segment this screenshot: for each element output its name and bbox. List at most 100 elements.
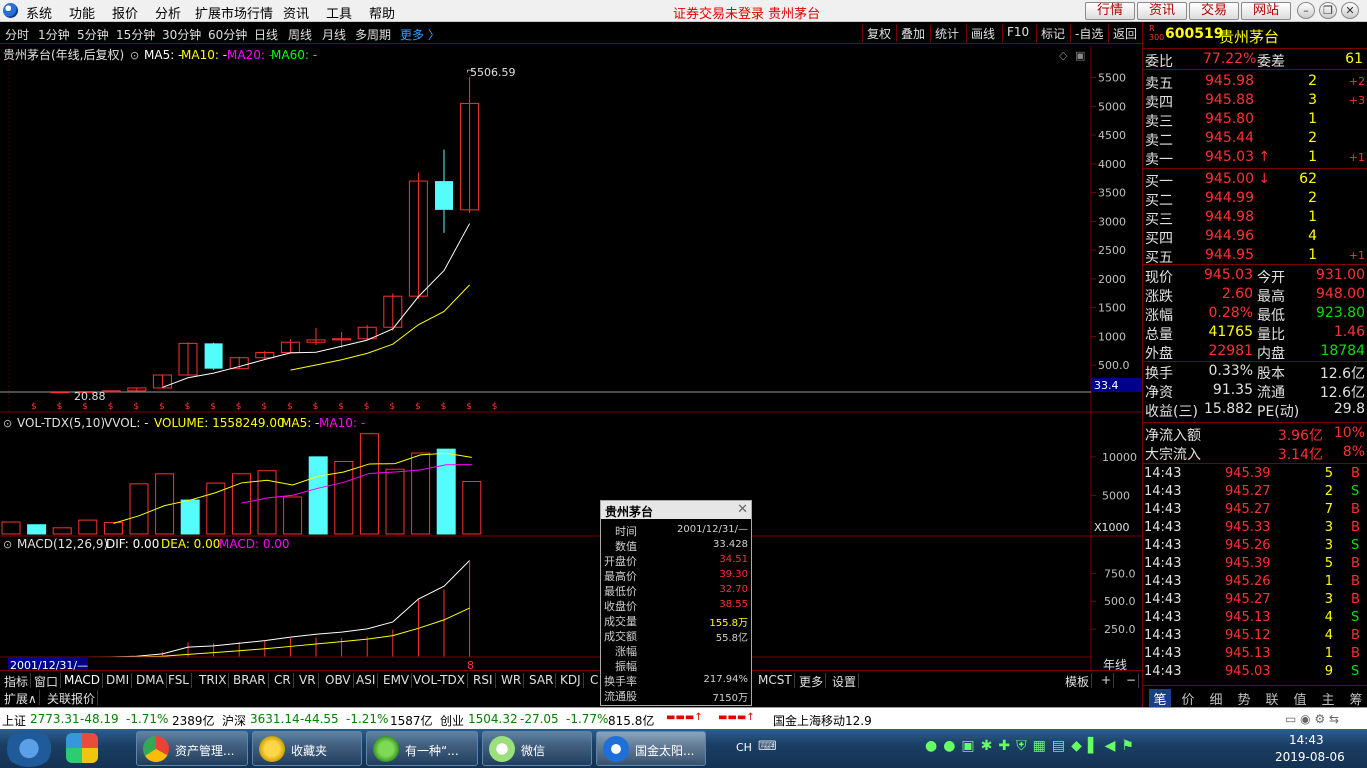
bid-price[interactable]: 944.99 xyxy=(1205,190,1254,206)
tab-rsi[interactable]: RSI xyxy=(471,673,496,688)
cy-label[interactable]: 创业 xyxy=(440,712,464,729)
detail-tab[interactable]: 联 xyxy=(1261,689,1283,708)
task-browser[interactable]: 有一种“... xyxy=(366,731,478,766)
ask-price[interactable]: 945.44 xyxy=(1205,130,1254,146)
bid-price[interactable]: 944.96 xyxy=(1205,228,1254,244)
panel-toggle-icon[interactable]: ▣ xyxy=(1075,49,1085,62)
detail-tab[interactable]: 价 xyxy=(1177,689,1199,708)
tab-dma[interactable]: DMA xyxy=(134,673,167,688)
mark-button[interactable]: 标记 xyxy=(1036,25,1069,42)
menu-quote[interactable]: 报价 xyxy=(112,3,138,22)
f10-button[interactable]: F10 xyxy=(1002,25,1033,42)
period-5min[interactable]: 5分钟 xyxy=(77,26,109,43)
period-day[interactable]: 日线 xyxy=(254,26,278,43)
period-1min[interactable]: 1分钟 xyxy=(38,26,70,43)
tab-cr[interactable]: CR xyxy=(272,673,294,688)
tab-macd[interactable]: MACD xyxy=(62,673,103,688)
period-week[interactable]: 周线 xyxy=(288,26,312,43)
tab-vr[interactable]: VR xyxy=(297,673,319,688)
tab-brar[interactable]: BRAR xyxy=(231,673,269,688)
tab-mcst[interactable]: MCST xyxy=(756,673,795,688)
detail-tab[interactable]: 主 xyxy=(1317,689,1339,708)
keyboard-icon[interactable]: ⌨ xyxy=(758,739,777,754)
minimize-icon[interactable]: – xyxy=(1297,2,1315,19)
dividend-icon[interactable]: $ xyxy=(108,402,114,412)
dividend-icon[interactable]: $ xyxy=(133,402,139,412)
status-tool-icons[interactable]: ▭ ◉ ⚙ ⇆ xyxy=(1285,712,1339,726)
detail-tab[interactable]: 势 xyxy=(1233,689,1255,708)
tab-settings[interactable]: 设置 xyxy=(830,673,860,689)
sz-label[interactable]: 沪深 xyxy=(222,712,246,729)
dividend-icon[interactable]: $ xyxy=(82,402,88,412)
dividend-icon[interactable]: $ xyxy=(364,402,370,412)
news-ticker[interactable]: 国金上海移动12.9 xyxy=(773,712,872,729)
period-month[interactable]: 月线 xyxy=(322,26,346,43)
period-15min[interactable]: 15分钟 xyxy=(116,26,155,43)
diamond-icon[interactable]: ◇ xyxy=(1059,49,1068,62)
menu-analysis[interactable]: 分析 xyxy=(155,3,181,22)
tab-sar[interactable]: SAR xyxy=(527,673,557,688)
detail-tab[interactable]: 细 xyxy=(1205,689,1227,708)
fuquan-button[interactable]: 复权 xyxy=(862,25,895,42)
period-30min[interactable]: 30分钟 xyxy=(162,26,201,43)
period-60min[interactable]: 60分钟 xyxy=(208,26,247,43)
template-button[interactable]: 模板 xyxy=(1063,673,1093,689)
tab-window[interactable]: 窗口 xyxy=(32,673,62,689)
ask-price[interactable]: 945.80 xyxy=(1205,111,1254,127)
tab-asi[interactable]: ASI xyxy=(354,673,379,688)
tray-icons[interactable]: ●●▣✱✚⛨▦▤◆▌◀⚑ xyxy=(925,738,1140,754)
related-quote[interactable]: 关联报价 xyxy=(45,690,99,706)
chart-area[interactable]: 33.4 贵州茅台(年线,后复权) ⊙ MA5: - MA10: - MA20:… xyxy=(0,44,1142,674)
ext-toggle[interactable]: 扩展∧ xyxy=(2,690,40,706)
tab-emv[interactable]: EMV xyxy=(381,673,413,688)
dividend-icon[interactable]: $ xyxy=(466,402,472,412)
dividend-icon[interactable]: $ xyxy=(159,402,165,412)
trade-button[interactable]: 交易 xyxy=(1189,2,1239,20)
tab-more[interactable]: 更多 xyxy=(797,673,827,689)
dividend-icon[interactable]: $ xyxy=(338,402,344,412)
menu-info[interactable]: 资讯 xyxy=(283,3,309,22)
add-icon[interactable]: + xyxy=(1099,673,1115,688)
back-button[interactable]: 返回 xyxy=(1108,25,1141,42)
dividend-icon[interactable]: $ xyxy=(492,402,498,412)
dividend-icon[interactable]: $ xyxy=(389,402,395,412)
draw-button[interactable]: 画线 xyxy=(966,25,999,42)
dividend-icon[interactable]: $ xyxy=(261,402,267,412)
bid-price[interactable]: 945.00 ↓ xyxy=(1205,171,1270,187)
bid-price[interactable]: 944.98 xyxy=(1205,209,1254,225)
tab-trix[interactable]: TRIX xyxy=(197,673,230,688)
dividend-icon[interactable]: $ xyxy=(210,402,216,412)
ask-price[interactable]: 945.03 ↑ xyxy=(1205,149,1270,165)
task-wechat[interactable]: 微信 xyxy=(482,731,592,766)
dividend-icon[interactable]: $ xyxy=(57,402,63,412)
dividend-icon[interactable]: $ xyxy=(415,402,421,412)
info-button[interactable]: 资讯 xyxy=(1137,2,1187,20)
clock-date[interactable]: 2019-08-06 xyxy=(1275,750,1345,764)
dividend-icon[interactable]: $ xyxy=(236,402,242,412)
sh-label[interactable]: 上证 xyxy=(2,712,26,729)
tab-indicator[interactable]: 指标 xyxy=(2,673,32,689)
close-icon[interactable]: ✕ xyxy=(1341,2,1359,19)
menu-function[interactable]: 功能 xyxy=(69,3,95,22)
dividend-icon[interactable]: $ xyxy=(313,402,319,412)
ma-settings-icon[interactable]: ⊙ xyxy=(130,49,139,62)
period-fenshi[interactable]: 分时 xyxy=(5,26,29,43)
dividend-icon[interactable]: $ xyxy=(287,402,293,412)
clock-time[interactable]: 14:43 xyxy=(1289,733,1324,747)
ime-indicator[interactable]: CH xyxy=(736,741,752,754)
task-guojin[interactable]: 国金太阳... xyxy=(596,731,706,766)
menu-ext-market[interactable]: 扩展市场行情 xyxy=(195,3,273,22)
ask-price[interactable]: 945.98 xyxy=(1205,73,1254,89)
detail-tab[interactable]: 筹 xyxy=(1345,689,1367,708)
period-more[interactable]: 更多 〉 xyxy=(400,26,440,43)
start-button-icon[interactable] xyxy=(4,730,54,767)
ask-price[interactable]: 945.88 xyxy=(1205,92,1254,108)
tab-dmi[interactable]: DMI xyxy=(104,673,133,688)
task-asset-mgmt[interactable]: 资产管理... xyxy=(136,731,248,766)
tab-fsl[interactable]: FSL xyxy=(166,673,192,688)
vol-settings-icon[interactable]: ⊙ xyxy=(3,417,12,430)
menu-tools[interactable]: 工具 xyxy=(326,3,352,22)
task-favorites[interactable]: 收藏夹 xyxy=(252,731,362,766)
period-multi[interactable]: 多周期 xyxy=(355,26,391,43)
pinned-app-icon[interactable] xyxy=(66,733,98,763)
